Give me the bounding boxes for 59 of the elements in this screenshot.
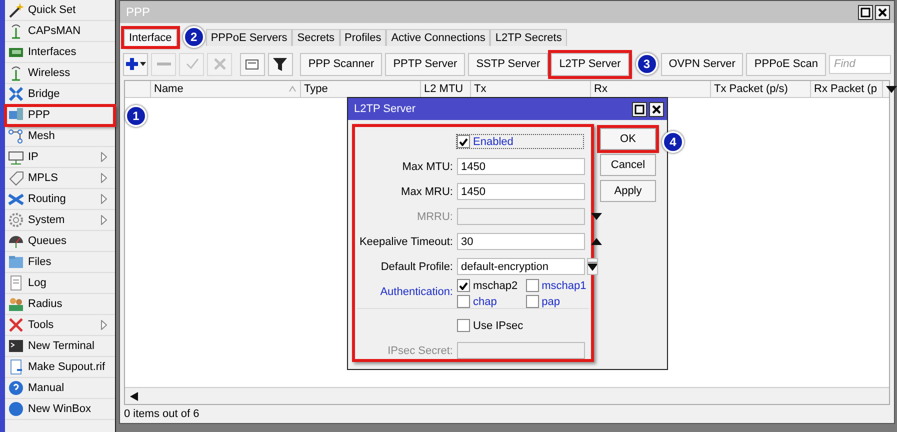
sidebar-item[interactable]: Interfaces bbox=[5, 42, 115, 63]
toolbar-button[interactable]: SSTP Server bbox=[468, 52, 548, 76]
field-label: MRRU: bbox=[416, 210, 454, 222]
sidebar-item[interactable]: Routing bbox=[5, 189, 115, 210]
sidebar-item[interactable]: CAPsMAN bbox=[5, 21, 115, 42]
sidebar-item[interactable]: Files bbox=[5, 252, 115, 273]
sidebar-item[interactable]: Wireless bbox=[5, 63, 115, 84]
sidebar-item[interactable]: System bbox=[5, 210, 115, 231]
field-label: Default Profile: bbox=[380, 260, 454, 272]
field-label: Max MRU: bbox=[400, 186, 454, 198]
tab[interactable]: PPPoE Servers bbox=[206, 28, 292, 46]
checkbox[interactable]: mschap1 bbox=[526, 279, 586, 292]
checkbox[interactable]: Use IPsec bbox=[457, 319, 524, 332]
sidebar-item[interactable]: IP bbox=[5, 147, 115, 168]
dialog-button[interactable]: OK bbox=[600, 128, 656, 150]
checkbox[interactable]: pap bbox=[526, 295, 586, 308]
sidebar-item[interactable]: Log bbox=[5, 273, 115, 294]
checkbox[interactable]: Enabled bbox=[457, 135, 584, 148]
search-field[interactable]: Find bbox=[829, 54, 891, 74]
input-field[interactable]: 1450 bbox=[457, 183, 585, 200]
window-title: PPP bbox=[126, 5, 150, 19]
tab[interactable]: Active Connections bbox=[386, 28, 490, 46]
column-header[interactable]: Rx Packet (p bbox=[811, 81, 883, 97]
field-label: Max MTU: bbox=[401, 160, 454, 172]
field-label: Keepalive Timeout: bbox=[358, 236, 454, 248]
sidebar-item[interactable]: Radius bbox=[5, 294, 115, 315]
tab[interactable]: Profiles bbox=[340, 28, 386, 46]
tab[interactable]: L2TP Secrets bbox=[490, 28, 567, 46]
sidebar-item[interactable]: Bridge bbox=[5, 84, 115, 105]
checkbox[interactable]: mschap2 bbox=[457, 279, 518, 292]
input-field[interactable]: 30 bbox=[457, 233, 585, 250]
checkbox[interactable]: chap bbox=[457, 295, 518, 308]
callout-badge: 4 bbox=[662, 131, 684, 153]
field-label: Authentication: bbox=[379, 286, 454, 298]
sidebar-item[interactable]: Queues bbox=[5, 231, 115, 252]
sidebar-item[interactable]: Manual bbox=[5, 378, 115, 399]
sidebar-item[interactable]: Mesh bbox=[5, 126, 115, 147]
toolbar-button[interactable]: OVPN Server bbox=[660, 52, 744, 76]
dialog-button[interactable]: Apply bbox=[600, 180, 656, 202]
column-header[interactable]: Tx Packet (p/s) bbox=[711, 81, 811, 97]
toolbar-button[interactable]: PPPoE Scan bbox=[746, 52, 826, 76]
toolbar-button[interactable]: PPP Scanner bbox=[300, 52, 382, 76]
status-text: 0 items out of 6 bbox=[124, 408, 200, 420]
dialog-title: L2TP Server bbox=[354, 103, 416, 115]
sidebar-item[interactable]: Make Supout.rif bbox=[5, 357, 115, 378]
sidebar-item[interactable]: MPLS bbox=[5, 168, 115, 189]
field-label: IPsec Secret: bbox=[386, 344, 454, 356]
dialog-button[interactable]: Cancel bbox=[600, 154, 656, 176]
column-header[interactable]: Name bbox=[151, 81, 301, 97]
input-field[interactable]: default-encryption bbox=[457, 258, 585, 275]
input-field[interactable]: 1450 bbox=[457, 158, 585, 175]
toolbar-button[interactable]: PPTP Server bbox=[385, 52, 466, 76]
sidebar-item[interactable]: New Terminal bbox=[5, 336, 115, 357]
sidebar-item[interactable]: Tools bbox=[5, 315, 115, 336]
tab[interactable]: Secrets bbox=[292, 28, 340, 46]
sidebar-item[interactable]: Quick Set bbox=[5, 0, 115, 21]
sidebar-item[interactable]: New WinBox bbox=[5, 399, 115, 420]
callout-badge: 3 bbox=[636, 53, 658, 75]
callout-badge: 2 bbox=[182, 26, 205, 48]
